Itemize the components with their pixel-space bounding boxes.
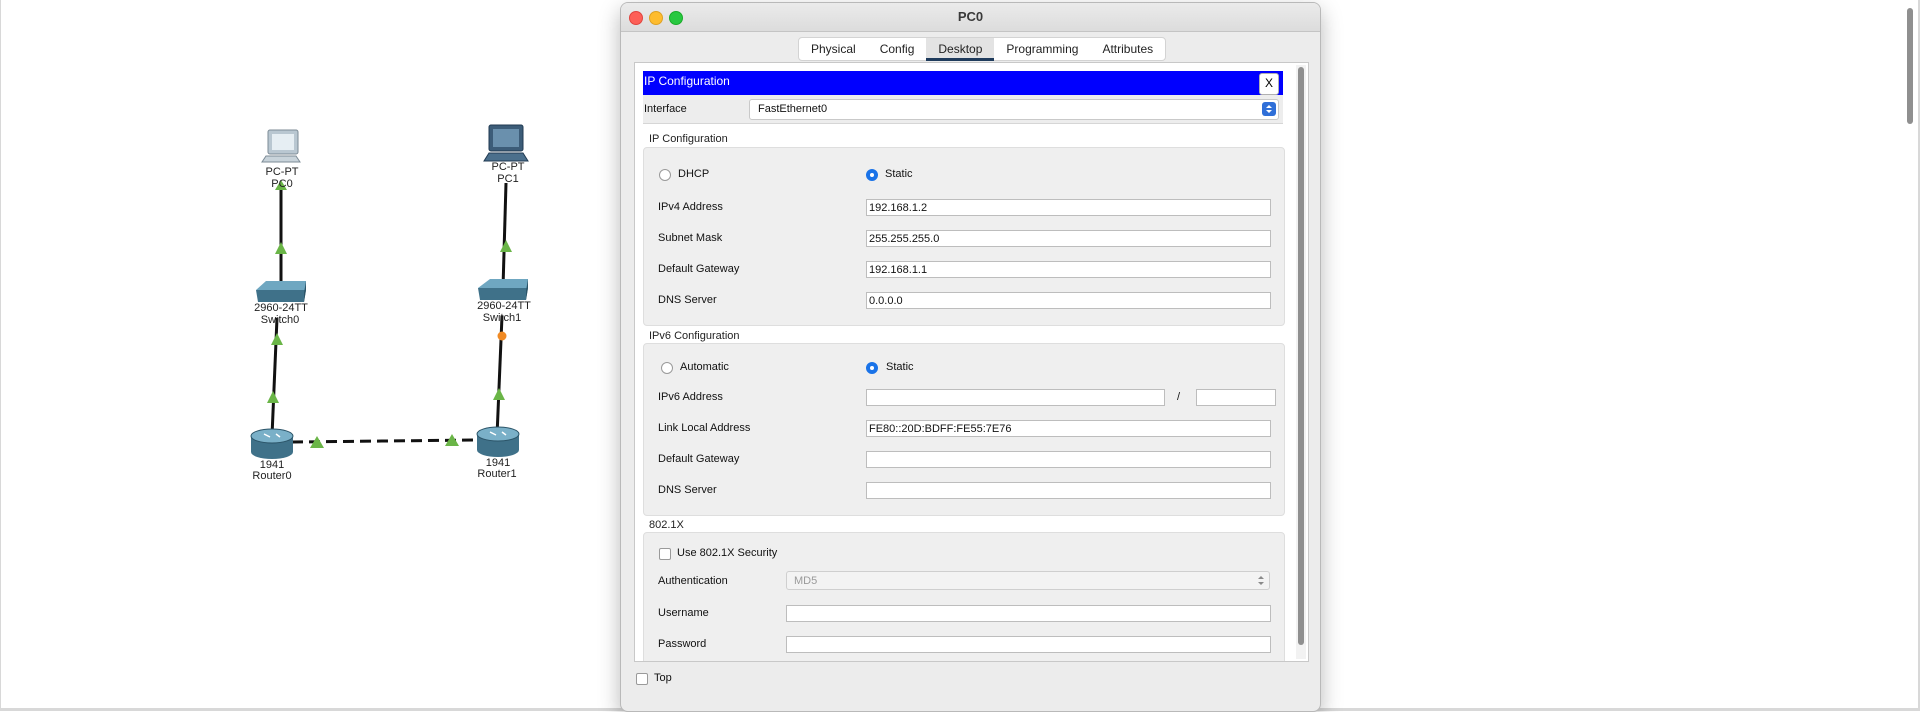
ipv6-address-label: IPv6 Address: [658, 391, 723, 403]
tab-physical[interactable]: Physical: [799, 38, 868, 60]
router0-device-icon[interactable]: [250, 428, 294, 459]
pc1-name-label: PC1: [497, 173, 518, 185]
subnet-mask-field[interactable]: 255.255.255.0: [866, 230, 1271, 247]
ipv6-address-field[interactable]: [866, 389, 1165, 406]
tab-config[interactable]: Config: [868, 38, 927, 60]
device-tab-bar: Physical Config Desktop Programming Attr…: [798, 37, 1167, 61]
link-status-blocking-icon: [497, 331, 507, 341]
ipv4-section-title: IP Configuration: [649, 133, 728, 145]
ip-configuration-header: IP Configuration X: [643, 71, 1283, 95]
link-status-up-icon: [271, 333, 283, 345]
pc1-model-label: PC-PT: [492, 161, 525, 173]
ipv6-group: Automatic Static IPv6 Address / Link Loc…: [643, 343, 1285, 516]
select-arrows-icon: [1257, 575, 1265, 587]
ip-configuration-header-title: IP Configuration: [644, 74, 730, 88]
link-status-up-icon: [500, 240, 512, 252]
switch0-model-label: 2960-24TT: [254, 302, 308, 314]
prefix-separator: /: [1177, 391, 1181, 403]
automatic-ipv6-label: Automatic: [680, 361, 729, 373]
ipv6-default-gateway-label: Default Gateway: [658, 453, 740, 465]
workspace-scrollbar[interactable]: [1905, 0, 1915, 711]
link-status-up-icon: [267, 391, 279, 403]
router1-name-label: Router1: [477, 468, 516, 480]
ipv4-address-field[interactable]: 192.168.1.2: [866, 199, 1271, 216]
link-switch1-router1[interactable]: [493, 315, 507, 437]
switch0-device-icon[interactable]: [256, 281, 306, 302]
link-switch0-router0[interactable]: [267, 317, 283, 437]
use-8021x-security-label: Use 802.1X Security: [677, 547, 778, 559]
interface-row: Interface FastEthernet0: [643, 95, 1283, 124]
link-pc0-switch0[interactable]: [275, 180, 287, 290]
static-ipv4-radio[interactable]: [866, 169, 878, 181]
switch0-name-label: Switch0: [261, 314, 300, 326]
pc1-device-icon[interactable]: [483, 124, 529, 162]
link-local-address-label: Link Local Address: [658, 422, 751, 434]
router0-name-label: Router0: [252, 470, 291, 482]
tab-desktop[interactable]: Desktop: [926, 38, 995, 61]
network-topology: PC-PT PC0 PC-PT PC1 2960-24TT Switch0 29…: [250, 124, 531, 482]
close-ip-configuration-button[interactable]: X: [1259, 73, 1279, 95]
tab-programming[interactable]: Programming: [994, 38, 1090, 60]
select-arrows-icon: [1262, 102, 1276, 116]
interface-select-value: FastEthernet0: [758, 103, 828, 115]
pc0-model-label: PC-PT: [266, 166, 299, 178]
workspace-scrollbar-thumb[interactable]: [1907, 8, 1913, 124]
top-label: Top: [654, 672, 672, 684]
tab-attributes[interactable]: Attributes: [1090, 38, 1165, 60]
ipv6-prefix-field[interactable]: [1196, 389, 1276, 406]
ipv4-group: DHCP Static IPv4 Address 192.168.1.2 Sub…: [643, 147, 1285, 326]
router1-device-icon[interactable]: [476, 426, 520, 457]
subnet-mask-label: Subnet Mask: [658, 232, 723, 244]
interface-select[interactable]: FastEthernet0: [749, 99, 1279, 120]
link-router0-router1[interactable]: [291, 434, 479, 448]
device-config-window: PC0 Physical Config Desktop Programming …: [620, 2, 1321, 712]
pc0-device-icon[interactable]: [261, 129, 301, 163]
link-status-up-icon: [493, 388, 505, 400]
ipv6-dns-server-field[interactable]: [866, 482, 1271, 499]
window-title: PC0: [957, 9, 984, 24]
password-field[interactable]: [786, 636, 1271, 653]
dns-server-field[interactable]: 0.0.0.0: [866, 292, 1271, 309]
switch1-name-label: Switch1: [483, 312, 522, 324]
top-checkbox[interactable]: [636, 673, 648, 685]
dns-server-label: DNS Server: [658, 294, 717, 306]
link-pc1-switch1[interactable]: [500, 182, 512, 289]
interface-label: Interface: [644, 103, 687, 115]
content-scrollbar-thumb[interactable]: [1298, 67, 1304, 645]
content-scrollbar[interactable]: [1296, 65, 1306, 659]
static-ipv6-radio[interactable]: [866, 362, 878, 374]
dhcp-label: DHCP: [678, 168, 710, 180]
username-label: Username: [658, 607, 709, 619]
dot1x-group: Use 802.1X Security Authentication MD5 U…: [643, 532, 1285, 661]
authentication-select[interactable]: MD5: [786, 571, 1270, 590]
default-gateway-field[interactable]: 192.168.1.1: [866, 261, 1271, 278]
automatic-ipv6-radio[interactable]: [661, 362, 673, 374]
ipv6-default-gateway-field[interactable]: [866, 451, 1271, 468]
ipv6-section-title: IPv6 Configuration: [649, 330, 740, 342]
authentication-label: Authentication: [658, 575, 728, 587]
username-field[interactable]: [786, 605, 1271, 622]
link-local-address-field[interactable]: FE80::20D:BDFF:FE55:7E76: [866, 420, 1271, 437]
switch1-device-icon[interactable]: [478, 279, 528, 300]
pc0-name-label: PC0: [271, 178, 292, 190]
ipv6-dns-server-label: DNS Server: [658, 484, 717, 496]
password-label: Password: [658, 638, 707, 650]
window-titlebar[interactable]: PC0: [621, 3, 1320, 32]
link-status-up-icon: [275, 242, 287, 254]
authentication-select-value: MD5: [794, 575, 818, 587]
switch1-model-label: 2960-24TT: [477, 300, 531, 312]
static-ipv4-label: Static: [885, 168, 913, 180]
static-ipv6-label: Static: [886, 361, 914, 373]
use-8021x-security-checkbox[interactable]: [659, 548, 671, 560]
dot1x-section-title: 802.1X: [649, 519, 684, 531]
ipv4-address-label: IPv4 Address: [658, 201, 723, 213]
desktop-content-area: IP Configuration X Interface FastEtherne…: [634, 62, 1309, 662]
default-gateway-label: Default Gateway: [658, 263, 740, 275]
dhcp-radio[interactable]: [659, 169, 671, 181]
